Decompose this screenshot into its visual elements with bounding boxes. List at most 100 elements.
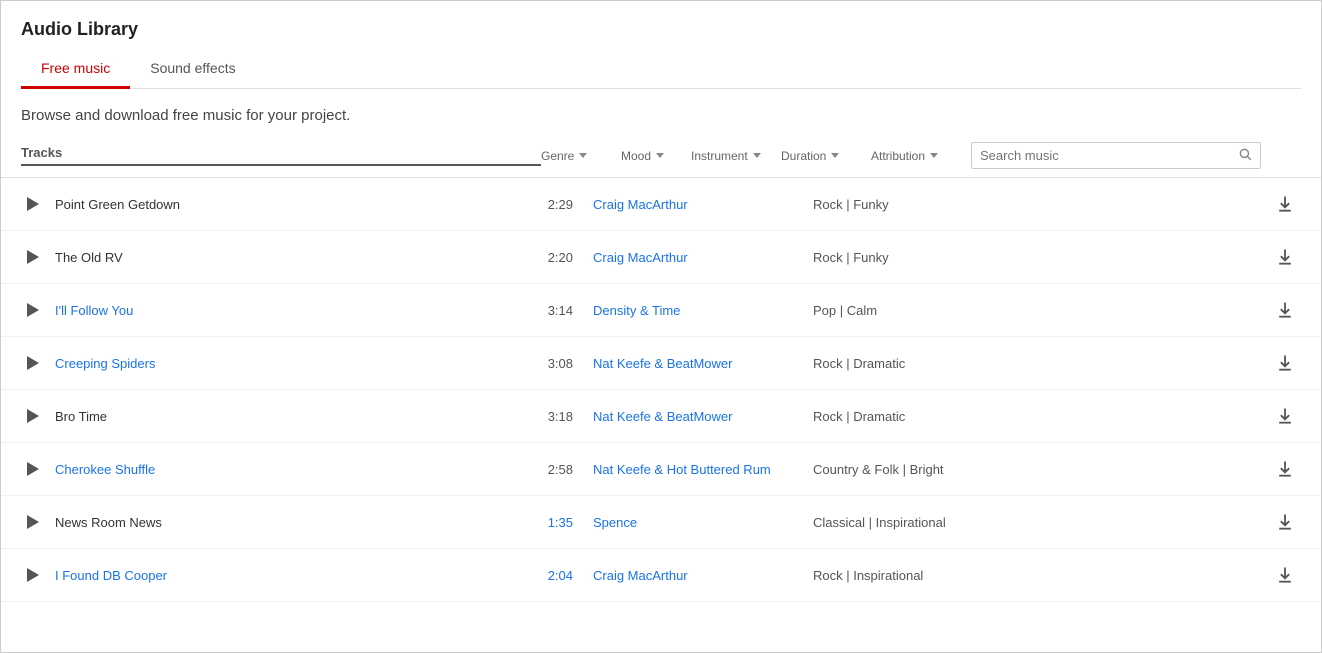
track-name: Point Green Getdown — [55, 197, 180, 212]
table-row: Bro Time 3:18 Nat Keefe & BeatMower Rock… — [1, 390, 1321, 443]
track-name-col: Bro Time — [43, 409, 523, 424]
track-tags: Rock | Dramatic — [813, 356, 1269, 371]
track-author: Nat Keefe & BeatMower — [583, 356, 813, 371]
col-mood-header[interactable]: Mood — [621, 149, 691, 163]
play-button[interactable] — [21, 352, 43, 374]
play-button[interactable] — [21, 193, 43, 215]
track-name[interactable]: I Found DB Cooper — [55, 568, 167, 583]
track-duration: 3:14 — [523, 303, 583, 318]
track-name[interactable]: I'll Follow You — [55, 303, 133, 318]
track-author: Spence — [583, 515, 813, 530]
download-icon — [1275, 512, 1295, 532]
track-duration: 2:04 — [523, 568, 583, 583]
search-input[interactable] — [980, 148, 1238, 163]
table-row: News Room News 1:35 Spence Classical | I… — [1, 496, 1321, 549]
play-icon — [27, 515, 39, 529]
download-button[interactable] — [1269, 347, 1301, 379]
tab-sound-effects[interactable]: Sound effects — [130, 50, 255, 89]
app-container: Audio Library Free music Sound effects B… — [0, 0, 1322, 653]
play-button[interactable] — [21, 405, 43, 427]
track-tags: Rock | Dramatic — [813, 409, 1269, 424]
col-genre-header[interactable]: Genre — [541, 149, 621, 163]
track-author: Density & Time — [583, 303, 813, 318]
track-name[interactable]: Creeping Spiders — [55, 356, 155, 371]
play-button[interactable] — [21, 246, 43, 268]
track-name: Bro Time — [55, 409, 107, 424]
download-button[interactable] — [1269, 559, 1301, 591]
table-row: Phantom 3:01 Density & Time Ambient | An… — [1, 602, 1321, 608]
col-tracks-header: Tracks — [21, 145, 541, 166]
download-button[interactable] — [1269, 400, 1301, 432]
col-search-header — [971, 142, 1301, 169]
mood-sort-icon — [656, 153, 664, 158]
track-duration: 1:35 — [523, 515, 583, 530]
track-duration: 2:58 — [523, 462, 583, 477]
attribution-sort-icon — [930, 153, 938, 158]
play-button[interactable] — [21, 511, 43, 533]
track-name-col: I Found DB Cooper — [43, 568, 523, 583]
table-row: The Old RV 2:20 Craig MacArthur Rock | F… — [1, 231, 1321, 284]
play-icon — [27, 356, 39, 370]
subtitle: Browse and download free music for your … — [1, 89, 1321, 134]
play-icon — [27, 303, 39, 317]
table-row: Point Green Getdown 2:29 Craig MacArthur… — [1, 178, 1321, 231]
track-author: Craig MacArthur — [583, 250, 813, 265]
track-tags: Rock | Funky — [813, 250, 1269, 265]
genre-sort-icon — [579, 153, 587, 158]
track-name-col: Point Green Getdown — [43, 197, 523, 212]
search-box — [971, 142, 1261, 169]
track-name-col: Creeping Spiders — [43, 356, 523, 371]
track-name-col: The Old RV — [43, 250, 523, 265]
download-button[interactable] — [1269, 241, 1301, 273]
track-duration: 3:08 — [523, 356, 583, 371]
table-row: I'll Follow You 3:14 Density & Time Pop … — [1, 284, 1321, 337]
play-icon — [27, 250, 39, 264]
download-button[interactable] — [1269, 453, 1301, 485]
track-name: News Room News — [55, 515, 162, 530]
track-name-col: Cherokee Shuffle — [43, 462, 523, 477]
download-button[interactable] — [1269, 506, 1301, 538]
tracks-list: Point Green Getdown 2:29 Craig MacArthur… — [1, 178, 1321, 608]
download-icon — [1275, 300, 1295, 320]
track-tags: Pop | Calm — [813, 303, 1269, 318]
play-icon — [27, 409, 39, 423]
download-button[interactable] — [1269, 188, 1301, 220]
instrument-sort-icon — [753, 153, 761, 158]
download-icon — [1275, 406, 1295, 426]
play-icon — [27, 568, 39, 582]
play-button[interactable] — [21, 458, 43, 480]
tabs: Free music Sound effects — [21, 50, 1301, 89]
duration-sort-icon — [831, 153, 839, 158]
track-author: Nat Keefe & BeatMower — [583, 409, 813, 424]
tab-free-music[interactable]: Free music — [21, 50, 130, 89]
play-icon — [27, 462, 39, 476]
play-button[interactable] — [21, 299, 43, 321]
track-name-col: I'll Follow You — [43, 303, 523, 318]
track-duration: 2:20 — [523, 250, 583, 265]
track-name-col: News Room News — [43, 515, 523, 530]
header: Audio Library Free music Sound effects — [1, 1, 1321, 89]
download-icon — [1275, 194, 1295, 214]
track-duration: 3:18 — [523, 409, 583, 424]
col-attribution-header[interactable]: Attribution — [871, 149, 971, 163]
play-icon — [27, 197, 39, 211]
table-area: Tracks Genre Mood Instrument Duration At… — [1, 134, 1321, 608]
table-row: Cherokee Shuffle 2:58 Nat Keefe & Hot Bu… — [1, 443, 1321, 496]
track-author: Craig MacArthur — [583, 197, 813, 212]
table-row: Creeping Spiders 3:08 Nat Keefe & BeatMo… — [1, 337, 1321, 390]
track-author: Nat Keefe & Hot Buttered Rum — [583, 462, 813, 477]
search-icon — [1238, 147, 1252, 164]
track-tags: Classical | Inspirational — [813, 515, 1269, 530]
col-instrument-header[interactable]: Instrument — [691, 149, 781, 163]
track-tags: Rock | Inspirational — [813, 568, 1269, 583]
track-author: Craig MacArthur — [583, 568, 813, 583]
download-icon — [1275, 247, 1295, 267]
track-name[interactable]: Cherokee Shuffle — [55, 462, 155, 477]
download-icon — [1275, 459, 1295, 479]
app-title: Audio Library — [21, 19, 1301, 40]
track-tags: Country & Folk | Bright — [813, 462, 1269, 477]
table-row: I Found DB Cooper 2:04 Craig MacArthur R… — [1, 549, 1321, 602]
download-button[interactable] — [1269, 294, 1301, 326]
play-button[interactable] — [21, 564, 43, 586]
col-duration-header[interactable]: Duration — [781, 149, 871, 163]
